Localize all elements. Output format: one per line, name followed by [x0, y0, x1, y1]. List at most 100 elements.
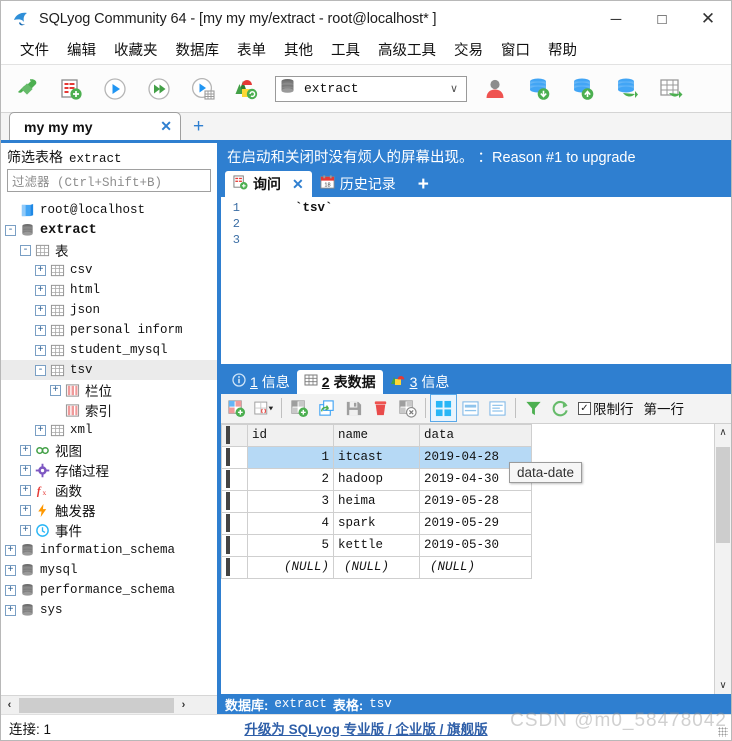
connection-tab-my-my-my[interactable]: my my my ✕ [9, 112, 181, 140]
scroll-up-icon[interactable]: ∧ [719, 424, 726, 441]
cell-data[interactable]: 2019-05-28 [419, 489, 532, 513]
insert-blank-row-dropdown-icon[interactable] [250, 394, 277, 422]
menu-file[interactable]: 文件 [11, 38, 58, 64]
expand-toggle-icon[interactable]: + [35, 324, 46, 336]
result-table[interactable]: id name data 1 itcast 2019-04-28 2 hadoop 2019-… [221, 423, 532, 579]
tree-node[interactable]: + 触发器 [1, 500, 217, 520]
execute-all-queries-icon[interactable] [137, 67, 181, 111]
row-checkbox[interactable] [226, 558, 230, 576]
tree-node[interactable]: + student_mysql [1, 340, 217, 360]
tree-node[interactable]: + 事件 [1, 520, 217, 540]
object-tree[interactable]: root@localhost - extract - 表 + csv + html + json + p… [1, 196, 217, 695]
menu-edit[interactable]: 编辑 [58, 38, 105, 64]
column-header-data[interactable]: data [419, 423, 532, 447]
tree-node[interactable]: + mysql [1, 560, 217, 580]
expand-toggle-icon[interactable]: + [35, 284, 46, 296]
tree-node[interactable]: + information_schema [1, 540, 217, 560]
table-row[interactable]: 2 hadoop 2019-04-30 [221, 467, 532, 491]
tab-query[interactable]: 询问 ✕ [225, 171, 312, 197]
table-row[interactable]: 1 itcast 2019-04-28 [221, 445, 532, 469]
table-row[interactable]: (NULL) (NULL) (NULL) [221, 555, 532, 579]
row-checkbox[interactable] [226, 536, 230, 554]
upgrade-link[interactable]: 升级为 SQLyog 专业版 / 企业版 / 旗舰版 [244, 718, 487, 738]
update-row-icon[interactable] [313, 394, 340, 422]
expand-toggle-icon[interactable]: + [20, 464, 31, 476]
table-row[interactable]: 5 kettle 2019-05-30 [221, 533, 532, 557]
cell-data[interactable]: 2019-05-30 [419, 533, 532, 557]
row-checkbox[interactable] [226, 470, 230, 488]
tree-node[interactable]: + xml [1, 420, 217, 440]
row-select-cell[interactable] [221, 555, 248, 579]
backup-database-icon[interactable] [605, 67, 649, 111]
row-select-cell[interactable] [221, 511, 248, 535]
cell-id[interactable]: 5 [247, 533, 334, 557]
cell-name[interactable]: (NULL) [333, 555, 420, 579]
limit-rows-checkbox[interactable]: ✓ 限制行 [578, 398, 634, 418]
row-checkbox[interactable] [226, 514, 230, 532]
select-all-header[interactable] [221, 423, 248, 447]
export-table-data-icon[interactable] [649, 67, 693, 111]
row-select-cell[interactable] [221, 489, 248, 513]
menu-favorites[interactable]: 收藏夹 [105, 38, 167, 64]
delete-all-rows-icon[interactable] [394, 394, 421, 422]
scroll-thumb[interactable] [19, 697, 174, 713]
expand-toggle-icon[interactable]: + [35, 424, 46, 436]
column-header-name[interactable]: name [333, 423, 420, 447]
tree-node[interactable]: + sys [1, 600, 217, 620]
grid-vertical-scrollbar[interactable]: ∧ ∨ [714, 423, 731, 694]
save-changes-icon[interactable] [340, 394, 367, 422]
row-checkbox[interactable] [226, 448, 230, 466]
tree-node[interactable]: -表 [1, 240, 217, 260]
scroll-right-icon[interactable]: › [175, 699, 192, 711]
tree-horizontal-scrollbar[interactable]: ‹ › [1, 695, 217, 714]
tree-node[interactable]: 索引 [1, 400, 217, 420]
cell-id[interactable]: (NULL) [247, 555, 334, 579]
filter-input[interactable]: 过滤器 (Ctrl+Shift+B) [7, 169, 211, 192]
expand-toggle-icon[interactable]: + [20, 504, 31, 516]
close-icon[interactable]: ✕ [142, 118, 172, 135]
row-select-cell[interactable] [221, 467, 248, 491]
expand-toggle-icon[interactable]: + [50, 384, 61, 396]
tree-node[interactable]: + json [1, 300, 217, 320]
select-all-checkbox[interactable] [226, 426, 230, 444]
tree-node[interactable]: + csv [1, 260, 217, 280]
collapse-toggle-icon[interactable]: - [20, 244, 31, 256]
filter-icon[interactable] [520, 394, 547, 422]
cell-name[interactable]: heima [333, 489, 420, 513]
cell-data[interactable]: (NULL) [419, 555, 532, 579]
tree-node[interactable]: + 视图 [1, 440, 217, 460]
menu-other[interactable]: 其他 [275, 38, 322, 64]
new-connection-icon[interactable] [5, 67, 49, 111]
cell-name[interactable]: spark [333, 511, 420, 535]
close-button[interactable]: ✕ [685, 1, 731, 37]
close-icon[interactable]: ✕ [292, 176, 304, 193]
menu-form[interactable]: 表单 [228, 38, 275, 64]
tree-node[interactable]: + html [1, 280, 217, 300]
execute-query-icon[interactable] [93, 67, 137, 111]
cell-id[interactable]: 2 [247, 467, 334, 491]
duplicate-row-icon[interactable] [286, 394, 313, 422]
execute-query-to-grid-icon[interactable] [181, 67, 225, 111]
scroll-track[interactable] [715, 441, 731, 678]
row-select-cell[interactable] [221, 533, 248, 557]
tree-node[interactable]: + 栏位 [1, 380, 217, 400]
tree-node[interactable]: + personal inform [1, 320, 217, 340]
tree-node[interactable]: - extract [1, 220, 217, 240]
tree-node[interactable]: + f x 函数 [1, 480, 217, 500]
expand-toggle-icon[interactable]: + [20, 444, 31, 456]
tree-node[interactable]: + performance_schema [1, 580, 217, 600]
cell-name[interactable]: itcast [333, 445, 420, 469]
menu-window[interactable]: 窗口 [492, 38, 539, 64]
row-select-cell[interactable] [221, 445, 248, 469]
refresh-icon[interactable] [547, 394, 574, 422]
menu-help[interactable]: 帮助 [539, 38, 586, 64]
expand-toggle-icon[interactable]: + [20, 524, 31, 536]
new-query-tab-icon[interactable] [49, 67, 93, 111]
schema-designer-icon[interactable] [225, 67, 269, 111]
menu-transaction[interactable]: 交易 [445, 38, 492, 64]
sql-editor[interactable]: 1 2 3 `tsv` [221, 197, 731, 368]
row-checkbox[interactable] [226, 492, 230, 510]
expand-toggle-icon[interactable]: + [35, 304, 46, 316]
insert-row-icon[interactable] [223, 394, 250, 422]
collapse-toggle-icon[interactable]: - [5, 224, 16, 236]
